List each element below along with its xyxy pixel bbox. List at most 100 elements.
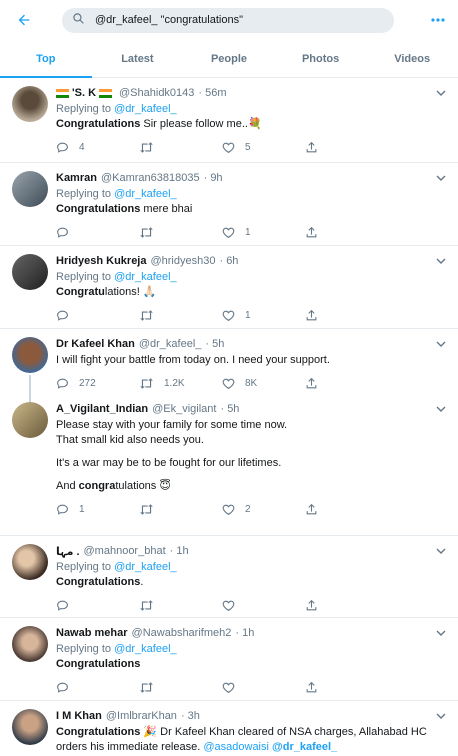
tab-photos[interactable]: Photos (275, 40, 367, 77)
search-input[interactable]: @dr_kafeel_ "congratulations" (62, 7, 394, 33)
tab-latest[interactable]: Latest (92, 40, 184, 77)
tweet-author-handle[interactable]: @ImlbrarKhan (106, 710, 177, 722)
tweet-author-handle[interactable]: @hridyesh30 (150, 255, 215, 267)
chevron-down-icon[interactable] (434, 337, 448, 351)
retweet-button[interactable] (139, 503, 222, 516)
retweet-button[interactable] (139, 141, 222, 154)
tweet-author-name[interactable]: A_Vigilant_Indian (56, 403, 148, 415)
tweet-text: Congratulations. (56, 575, 448, 590)
tweet[interactable]: Hridyesh Kukreja @hridyesh30 · 6h Replyi… (0, 246, 458, 329)
like-icon (222, 227, 235, 238)
reply-button[interactable]: 272 (56, 377, 139, 390)
tweet[interactable]: مہا . @mahnoor_bhat · 1h Replying to @dr… (0, 536, 458, 618)
tab-videos[interactable]: Videos (366, 40, 458, 77)
tweet-time[interactable]: · 5h (220, 403, 239, 415)
retweet-button[interactable] (139, 599, 222, 612)
tweet-time[interactable]: · 1h (170, 545, 189, 557)
retweet-button[interactable] (139, 309, 222, 322)
like-button[interactable]: 8K (222, 377, 305, 390)
mention-link[interactable]: @dr_kafeel_ (272, 741, 337, 753)
like-button[interactable]: 2 (222, 503, 305, 516)
tweet-author-handle[interactable]: @mahnoor_bhat (84, 545, 166, 557)
tweet-author-name[interactable]: 'S. K (72, 87, 96, 99)
reply-button[interactable] (56, 309, 139, 322)
reply-button[interactable]: 1 (56, 503, 139, 516)
avatar[interactable] (12, 709, 48, 745)
back-arrow-icon[interactable] (12, 8, 36, 32)
share-button[interactable] (305, 377, 388, 390)
tweet-author-handle[interactable]: @Shahidk0143 (119, 87, 194, 99)
share-button[interactable] (305, 599, 388, 612)
share-button[interactable] (305, 141, 388, 154)
share-icon (306, 309, 317, 320)
chevron-down-icon[interactable] (434, 709, 448, 723)
replying-to-link[interactable]: @dr_kafeel_ (114, 271, 177, 283)
share-button[interactable] (305, 309, 388, 322)
share-icon (306, 681, 317, 692)
like-button[interactable] (222, 681, 305, 694)
avatar[interactable] (12, 254, 48, 290)
reply-button[interactable] (56, 681, 139, 694)
tweet-time[interactable]: · 56m (198, 87, 226, 99)
tweet[interactable]: I M Khan @ImlbrarKhan · 3h Congratulatio… (0, 701, 458, 756)
tweet[interactable]: 'S. K @Shahidk0143 · 56m Replying to @dr… (0, 78, 458, 163)
replying-to-link[interactable]: @dr_kafeel_ (114, 643, 177, 655)
chevron-down-icon[interactable] (434, 544, 448, 558)
tweet-author-handle[interactable]: @dr_kafeel_ (139, 338, 202, 350)
bouquet-emoji-icon: 💐 (247, 118, 262, 130)
like-button[interactable]: 1 (222, 309, 305, 322)
tweet-text-rest: And (56, 480, 79, 492)
tweet[interactable]: Dr Kafeel Khan @dr_kafeel_ · 5h I will f… (0, 329, 458, 394)
tweet-author-name[interactable]: مہا . (56, 545, 80, 558)
search-query: @dr_kafeel_ "congratulations" (95, 14, 244, 26)
tweet-author-handle[interactable]: @Ek_vigilant (152, 403, 216, 415)
tweet-time[interactable]: · 5h (205, 338, 224, 350)
tweet[interactable]: Kamran @Kamran63818035 · 9h Replying to … (0, 163, 458, 246)
tab-people[interactable]: People (183, 40, 275, 77)
tweet-author-handle[interactable]: @Kamran63818035 (101, 172, 200, 184)
like-button[interactable]: 1 (222, 226, 305, 239)
tweet-time[interactable]: · 1h (235, 627, 254, 639)
chevron-down-icon[interactable] (434, 254, 448, 268)
more-icon[interactable] (426, 8, 450, 32)
replying-to-link[interactable]: @dr_kafeel_ (114, 188, 177, 200)
tweet-time[interactable]: · 6h (219, 255, 238, 267)
mention-link[interactable]: @asadowaisi (203, 741, 269, 753)
like-button[interactable] (222, 599, 305, 612)
share-button[interactable] (305, 226, 388, 239)
chevron-down-icon[interactable] (434, 402, 448, 416)
like-button[interactable]: 5 (222, 141, 305, 154)
replying-to-link[interactable]: @dr_kafeel_ (114, 561, 177, 573)
share-button[interactable] (305, 503, 388, 516)
reply-button[interactable] (56, 599, 139, 612)
tweet-time[interactable]: · 3h (181, 710, 200, 722)
reply-button[interactable]: 4 (56, 141, 139, 154)
retweet-button[interactable] (139, 226, 222, 239)
retweet-button[interactable] (139, 681, 222, 694)
tweet-author-name[interactable]: Nawab mehar (56, 627, 128, 639)
tweet-author-handle[interactable]: @Nawabsharifmeh2 (132, 627, 232, 639)
tweet-author-name[interactable]: Dr Kafeel Khan (56, 338, 135, 350)
reply-button[interactable] (56, 226, 139, 239)
share-button[interactable] (305, 681, 388, 694)
tweet-text-highlight: Congratulations (56, 576, 141, 588)
avatar[interactable] (12, 402, 48, 438)
avatar[interactable] (12, 544, 48, 580)
tab-top[interactable]: Top (0, 40, 92, 78)
avatar[interactable] (12, 171, 48, 207)
retweet-button[interactable]: 1.2K (139, 377, 222, 390)
chevron-down-icon[interactable] (434, 171, 448, 185)
search-header: @dr_kafeel_ "congratulations" (0, 0, 458, 40)
chevron-down-icon[interactable] (434, 626, 448, 640)
chevron-down-icon[interactable] (434, 86, 448, 100)
tweet[interactable]: Nawab mehar @Nawabsharifmeh2 · 1h Replyi… (0, 618, 458, 701)
avatar[interactable] (12, 337, 48, 373)
tweet-time[interactable]: · 9h (204, 172, 223, 184)
tweet-author-name[interactable]: Kamran (56, 172, 97, 184)
tweet-author-name[interactable]: I M Khan (56, 710, 102, 722)
tweet-author-name[interactable]: Hridyesh Kukreja (56, 255, 146, 267)
replying-to-link[interactable]: @dr_kafeel_ (114, 103, 177, 115)
tweet[interactable]: A_Vigilant_Indian @Ek_vigilant · 5h Plea… (0, 394, 458, 536)
avatar[interactable] (12, 86, 48, 122)
avatar[interactable] (12, 626, 48, 662)
